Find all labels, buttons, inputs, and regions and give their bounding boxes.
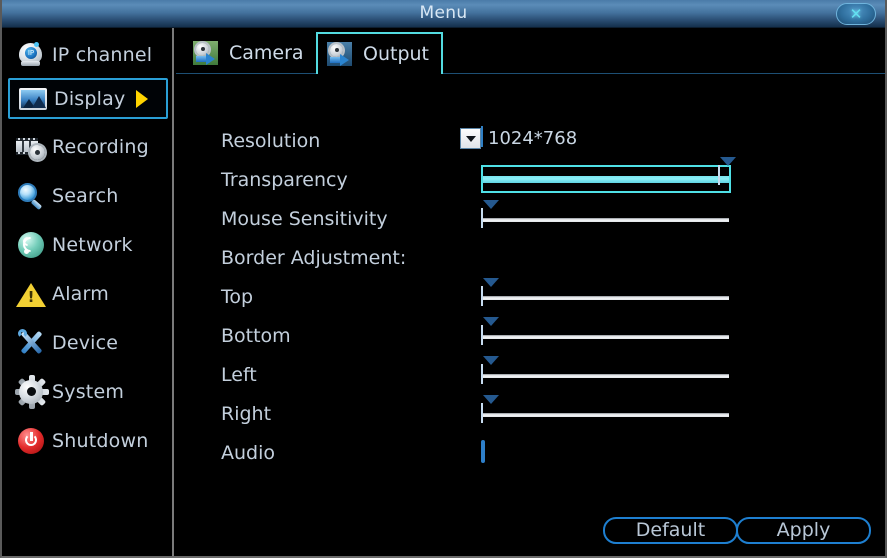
border-top-label: Top — [221, 286, 254, 308]
ip-camera-icon — [16, 40, 46, 70]
row-mouse-sensitivity: Mouse Sensitivity — [176, 200, 885, 244]
gear-icon — [14, 374, 49, 409]
audio-control — [481, 440, 485, 463]
row-border-adjustment: Border Adjustment: — [176, 244, 885, 283]
audio-label: Audio — [221, 442, 276, 464]
sidebar-item-search[interactable]: Search — [8, 175, 168, 216]
resolution-label: Resolution — [221, 130, 321, 152]
sidebar-item-label: IP channel — [52, 43, 153, 66]
sidebar-item-recording[interactable]: Recording — [8, 126, 168, 167]
resolution-control: 1024*768 — [460, 126, 577, 149]
main-panel: Camera Output Resolution 1024*768 Transp… — [176, 28, 885, 556]
sidebar-item-label: Recording — [52, 135, 149, 158]
slider-track[interactable] — [481, 296, 729, 300]
row-border-bottom: Bottom — [176, 317, 885, 361]
resolution-select[interactable]: 1024*768 — [460, 126, 577, 149]
tools-icon — [16, 328, 46, 358]
row-resolution: Resolution 1024*768 — [176, 126, 885, 166]
transparency-label: Transparency — [221, 169, 348, 191]
close-icon: ✕ — [849, 5, 863, 23]
chevron-right-icon — [136, 89, 148, 108]
row-border-right: Right — [176, 395, 885, 439]
tab-output[interactable]: Output — [316, 32, 443, 74]
resolution-value: 1024*768 — [488, 128, 578, 149]
sidebar-item-label: Search — [52, 184, 119, 207]
sidebar-item-network[interactable]: Network — [8, 224, 168, 265]
slider-thumb[interactable] — [481, 395, 499, 426]
slider-thumb[interactable] — [481, 278, 499, 309]
sidebar-item-ip-channel[interactable]: IP channel — [8, 34, 168, 75]
sidebar-item-label: Shutdown — [52, 429, 149, 452]
slider-thumb[interactable] — [481, 356, 499, 387]
sidebar-item-label: Network — [52, 233, 133, 256]
slider-thumb[interactable] — [481, 200, 499, 231]
slider-track[interactable] — [481, 335, 729, 339]
window-title: Menu — [419, 3, 468, 23]
slider-track[interactable] — [481, 413, 729, 417]
audio-checkbox[interactable] — [481, 440, 485, 463]
row-border-left: Left — [176, 356, 885, 400]
apply-button[interactable]: Apply — [736, 517, 871, 544]
tab-strip: Camera Output — [176, 28, 885, 74]
menu-window: Menu ✕ IP channel Display — [0, 0, 887, 558]
power-icon — [16, 426, 46, 456]
sidebar-item-device[interactable]: Device — [8, 322, 168, 363]
slider-thumb[interactable] — [481, 317, 499, 348]
row-audio: Audio — [176, 439, 885, 478]
close-button[interactable]: ✕ — [836, 3, 876, 25]
row-border-top: Top — [176, 278, 885, 322]
sidebar-item-label: System — [52, 380, 125, 403]
output-settings-icon — [326, 41, 353, 67]
border-left-label: Left — [221, 364, 257, 386]
title-bar: Menu ✕ — [2, 0, 885, 28]
sidebar-item-shutdown[interactable]: Shutdown — [8, 420, 168, 461]
sidebar-item-display[interactable]: Display — [8, 78, 168, 119]
warning-icon: ! — [16, 279, 46, 309]
picture-icon — [18, 84, 48, 114]
slider-thumb[interactable] — [718, 157, 736, 188]
camera-settings-icon — [192, 40, 219, 66]
sidebar: IP channel Display Recording — [2, 28, 174, 556]
film-gear-icon — [16, 132, 46, 162]
button-bar: Default Apply — [603, 517, 871, 544]
slider-track[interactable] — [483, 176, 729, 183]
slider-track[interactable] — [481, 218, 729, 222]
border-right-label: Right — [221, 403, 272, 425]
mouse-sensitivity-label: Mouse Sensitivity — [221, 208, 388, 230]
sidebar-item-label: Device — [52, 331, 119, 354]
tab-camera[interactable]: Camera — [184, 32, 316, 74]
border-bottom-label: Bottom — [221, 325, 291, 347]
magnifier-icon — [16, 181, 46, 211]
row-transparency: Transparency — [176, 157, 885, 205]
wifi-icon — [16, 230, 46, 260]
sidebar-item-alarm[interactable]: ! Alarm — [8, 273, 168, 314]
default-button[interactable]: Default — [603, 517, 738, 544]
sidebar-item-label: Display — [54, 87, 126, 110]
chevron-down-icon[interactable] — [460, 128, 481, 149]
sidebar-item-label: Alarm — [52, 282, 109, 305]
slider-track[interactable] — [481, 374, 729, 378]
output-settings-form: Resolution 1024*768 Transparency Mouse S… — [176, 74, 885, 556]
sidebar-item-system[interactable]: System — [8, 371, 168, 412]
tab-label: Output — [363, 43, 429, 65]
tab-label: Camera — [229, 42, 304, 64]
border-adjustment-label: Border Adjustment: — [221, 247, 407, 269]
